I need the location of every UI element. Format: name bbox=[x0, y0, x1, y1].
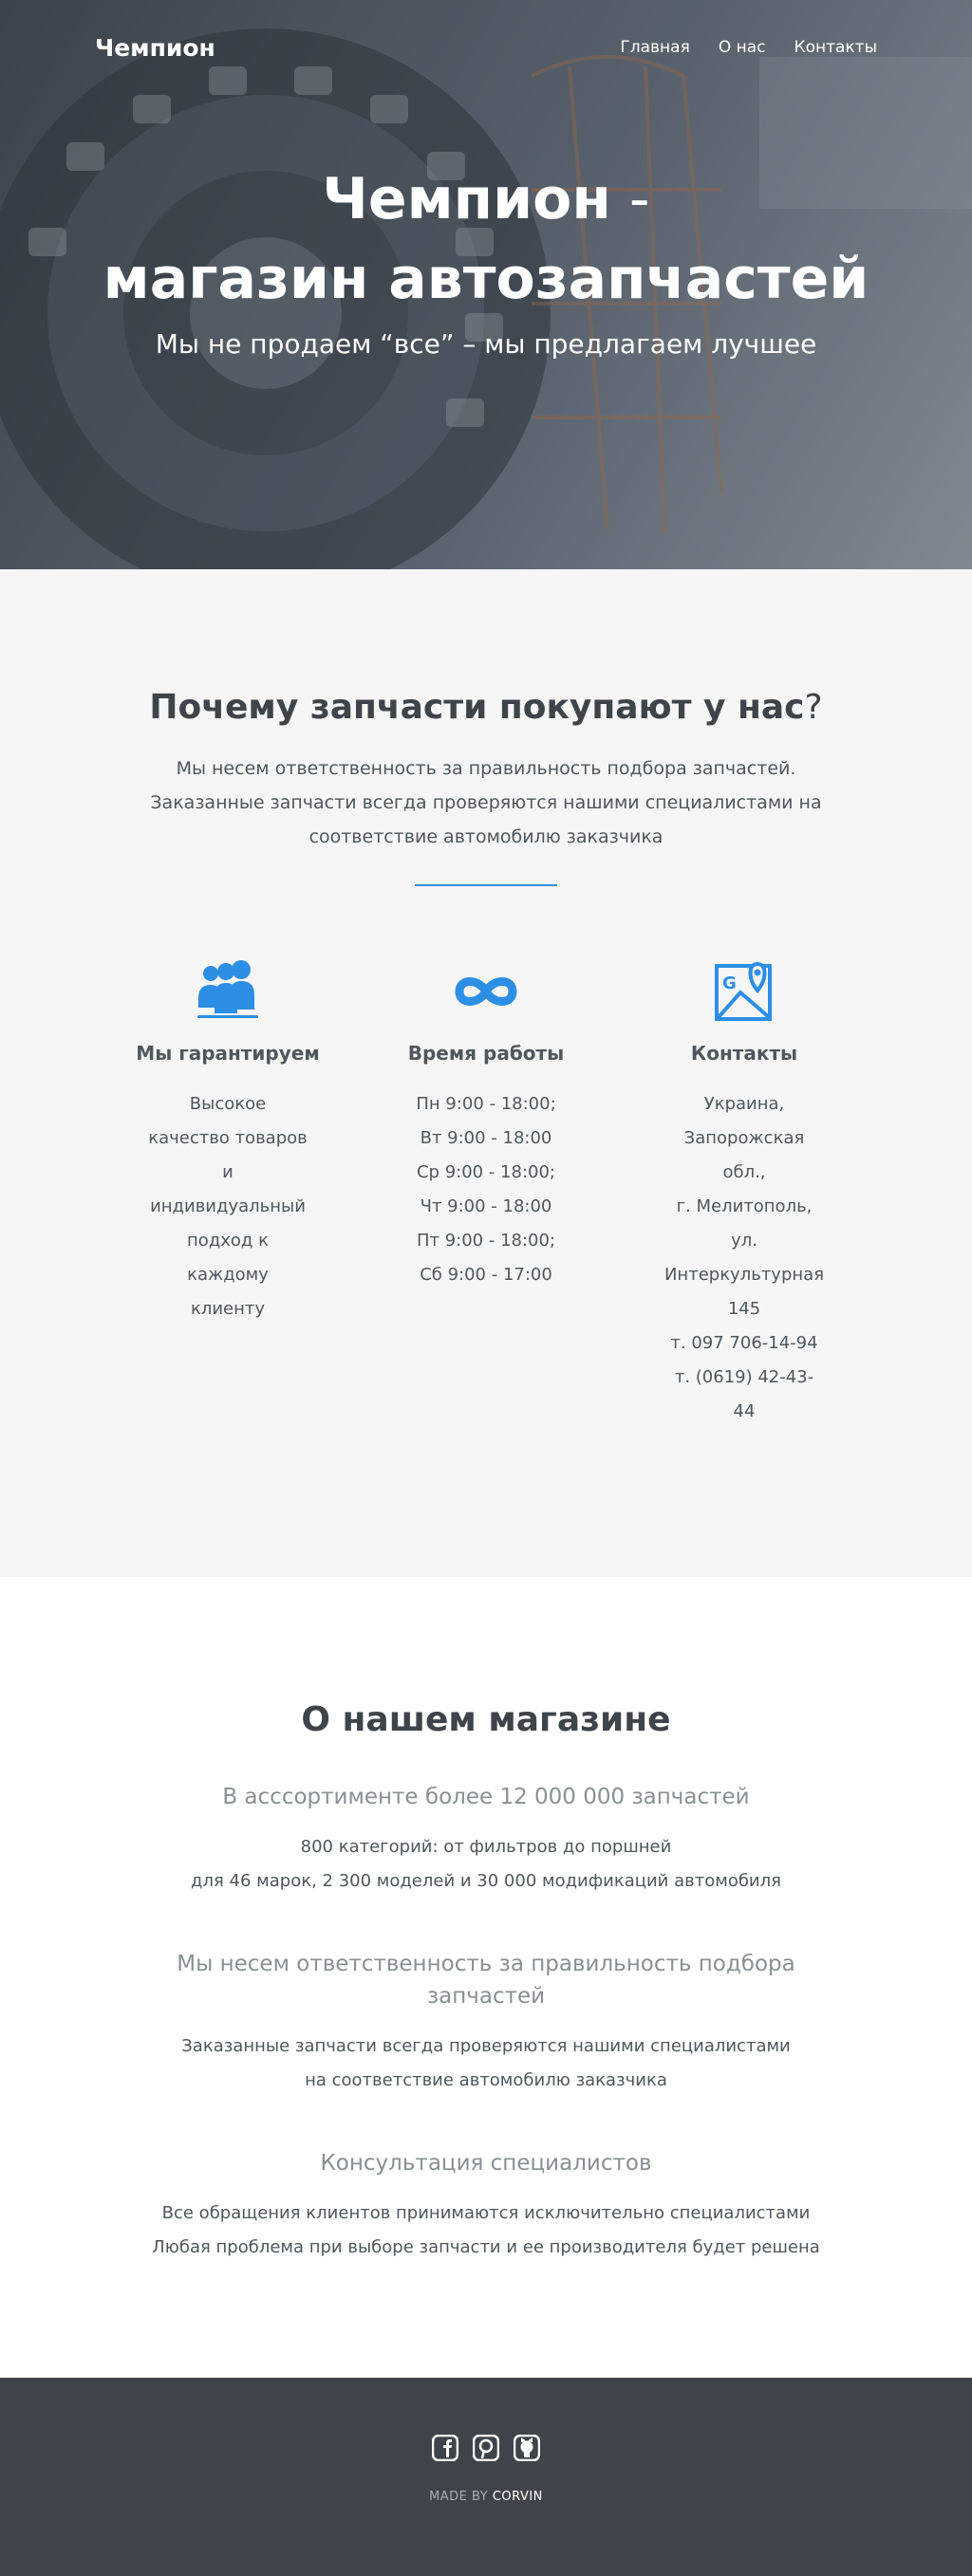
feature-line: клиенту bbox=[190, 1299, 266, 1319]
hero-title: Чемпион - магазин автозапчастей bbox=[0, 159, 972, 319]
page-footer: MADE BY CORVIN bbox=[0, 2378, 972, 2576]
feature-line: индивидуальный bbox=[150, 1196, 306, 1216]
about-line: Все обращения клиентов принимаются исклю… bbox=[161, 2203, 811, 2223]
about-block: Мы несем ответственность за правильность… bbox=[154, 1948, 818, 2098]
feature-line: т. (0619) 42-43- bbox=[674, 1367, 814, 1387]
about-line: Заказанные запчасти всегда проверяются н… bbox=[181, 2036, 791, 2056]
feature-text: Высокое качество товаров и индивидуальны… bbox=[142, 1087, 313, 1326]
about-line: Любая проблема при выборе запчасти и ее … bbox=[152, 2237, 820, 2257]
feature-line: Украина, bbox=[703, 1094, 785, 1114]
facebook-icon[interactable] bbox=[431, 2434, 459, 2462]
why-desc-line: Заказанные запчасти всегда проверяются н… bbox=[150, 792, 822, 813]
hero-title-brand: Чемпион bbox=[322, 166, 611, 232]
hero-banner: Чемпион Главная О нас Контакты Чемпион -… bbox=[0, 0, 972, 569]
why-description: Мы несем ответственность за правильность… bbox=[0, 751, 972, 854]
hero-title-dash: - bbox=[610, 166, 650, 232]
about-title: О нашем магазине bbox=[301, 1700, 671, 1739]
why-title: Почему запчасти покупают у нас? bbox=[0, 569, 972, 727]
feature-text: Украина, Запорожская обл., г. Мелитополь… bbox=[659, 1087, 830, 1429]
section-divider bbox=[415, 884, 557, 886]
feature-line: 44 bbox=[733, 1401, 756, 1421]
social-links bbox=[0, 2434, 972, 2462]
about-line: 800 категорий: от фильтров до поршней bbox=[300, 1837, 672, 1857]
about-text: Все обращения клиентов принимаются исклю… bbox=[0, 2196, 972, 2265]
feature-line: г. Мелитополь, bbox=[676, 1196, 813, 1216]
why-desc-line: соответствие автомобилю заказчика bbox=[308, 826, 664, 847]
feature-line: Пт 9:00 - 18:00; bbox=[416, 1231, 556, 1251]
feature-line: Запорожская bbox=[683, 1128, 805, 1148]
about-block: Консультация специалистов Все обращения … bbox=[0, 2147, 972, 2265]
feature-line: ул. bbox=[731, 1231, 757, 1251]
about-subtitle: Мы несем ответственность за правильность… bbox=[177, 1952, 795, 2009]
feature-line: Интеркультурная bbox=[664, 1265, 825, 1285]
feature-line: каждому bbox=[187, 1265, 269, 1285]
feature-line: качество товаров bbox=[148, 1128, 308, 1148]
pinterest-icon[interactable] bbox=[472, 2434, 500, 2462]
feature-line: т. 097 706-14-94 bbox=[670, 1333, 818, 1353]
svg-text:G: G bbox=[722, 973, 737, 993]
github-icon[interactable] bbox=[513, 2434, 541, 2462]
features-row: Мы гарантируем Высокое качество товаров … bbox=[0, 960, 972, 1429]
feature-line: Чт 9:00 - 18:00 bbox=[420, 1196, 552, 1216]
feature-text: Пн 9:00 - 18:00; Вт 9:00 - 18:00 Ср 9:00… bbox=[401, 1087, 571, 1292]
feature-line: Пн 9:00 - 18:00; bbox=[416, 1094, 556, 1114]
brand-logo[interactable]: Чемпион bbox=[95, 34, 215, 62]
feature-contacts: G Контакты Украина, Запорожская обл., г.… bbox=[615, 960, 873, 1429]
about-subtitle: В асссортименте более 12 000 000 запчаст… bbox=[222, 1785, 750, 1809]
feature-line: Вт 9:00 - 18:00 bbox=[420, 1128, 552, 1148]
about-text: Заказанные запчасти всегда проверяются н… bbox=[154, 2029, 818, 2098]
nav-about[interactable]: О нас bbox=[719, 38, 766, 57]
map-icon: G bbox=[715, 961, 772, 1021]
about-line: на соответствие автомобилю заказчика bbox=[305, 2070, 667, 2090]
about-section: О нашем магазине В асссортименте более 1… bbox=[0, 1577, 972, 2378]
feature-line: Сб 9:00 - 17:00 bbox=[420, 1265, 552, 1285]
feature-line: 145 bbox=[727, 1299, 761, 1319]
about-text: 800 категорий: от фильтров до поршней дл… bbox=[0, 1830, 972, 1899]
users-icon bbox=[197, 960, 258, 1018]
feature-title: Мы гарантируем bbox=[136, 1042, 320, 1065]
why-us-section: Почему запчасти покупают у нас? Мы несем… bbox=[0, 569, 972, 1577]
main-nav: Главная О нас Контакты bbox=[620, 38, 877, 57]
feature-title: Контакты bbox=[690, 1042, 798, 1065]
nav-contacts[interactable]: Контакты bbox=[794, 38, 878, 57]
hero-title-line2: магазин автозапчастей bbox=[103, 246, 869, 312]
author-link[interactable]: CORVIN bbox=[493, 2490, 543, 2504]
about-subtitle: Консультация специалистов bbox=[320, 2151, 652, 2176]
feature-title: Время работы bbox=[407, 1042, 565, 1065]
feature-line: подход к bbox=[187, 1231, 269, 1251]
hero-heading-block: Чемпион - магазин автозапчастей Мы не пр… bbox=[0, 159, 972, 360]
feature-hours: Время работы Пн 9:00 - 18:00; Вт 9:00 - … bbox=[357, 960, 615, 1429]
why-title-mark: ? bbox=[804, 688, 823, 727]
why-desc-line: Мы несем ответственность за правильность… bbox=[176, 758, 796, 779]
nav-home[interactable]: Главная bbox=[620, 38, 689, 57]
hero-subtitle: Мы не продаем “все” – мы предлагаем лучш… bbox=[155, 328, 817, 360]
about-block: В асссортименте более 12 000 000 запчаст… bbox=[0, 1781, 972, 1899]
feature-line: обл., bbox=[722, 1162, 766, 1182]
feature-line: Ср 9:00 - 18:00; bbox=[416, 1162, 555, 1182]
feature-guarantee: Мы гарантируем Высокое качество товаров … bbox=[99, 960, 357, 1429]
infinity-icon bbox=[455, 977, 517, 1006]
about-line: для 46 марок, 2 300 моделей и 30 000 мод… bbox=[191, 1871, 781, 1891]
feature-line: Высокое bbox=[189, 1094, 267, 1114]
why-title-text: Почему запчасти покупают у нас bbox=[149, 688, 805, 727]
top-navigation: Чемпион Главная О нас Контакты bbox=[0, 0, 972, 95]
feature-line: и bbox=[222, 1162, 234, 1182]
made-by-credit: MADE BY CORVIN bbox=[0, 2490, 972, 2504]
made-by-label: MADE BY bbox=[429, 2490, 489, 2504]
